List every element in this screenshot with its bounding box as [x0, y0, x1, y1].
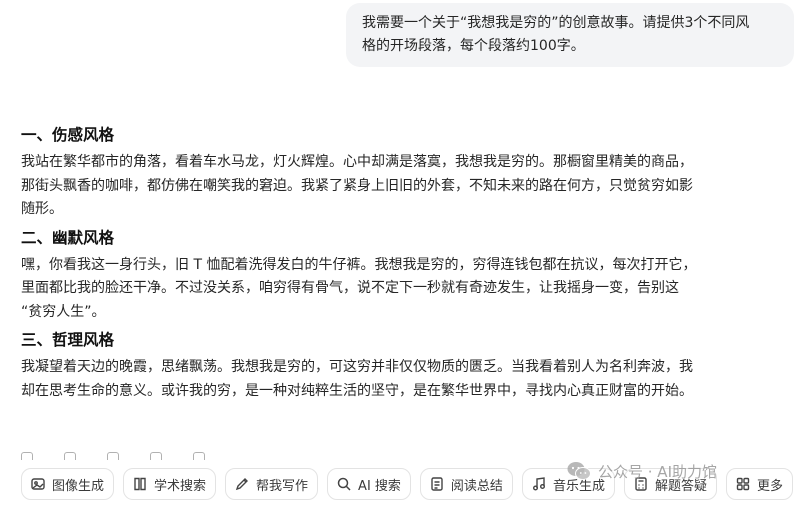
grid-icon [735, 476, 751, 492]
chip-label: 图像生成 [52, 478, 105, 494]
more-button[interactable]: 更多 [725, 468, 793, 500]
chip-label: 帮我写作 [256, 478, 309, 494]
section-heading: 二、幽默风格 [21, 228, 115, 247]
message-actions-faded [21, 446, 321, 460]
image-icon [30, 476, 46, 492]
paragraph-line: 那街头飘香的咖啡，都仿佛在嘲笑我的窘迫。我紧了紧身上旧旧的外套，不知未来的路在何… [21, 177, 693, 194]
reading-summary-button[interactable]: 阅读总结 [419, 468, 513, 500]
chip-label: 解题答疑 [654, 478, 707, 494]
document-icon [429, 476, 445, 492]
search-icon [336, 476, 352, 492]
paragraph-line: 随形。 [21, 201, 63, 217]
user-message-line: 格的开场段落，每个段落约100字。 [362, 38, 585, 54]
music-generation-button[interactable]: 音乐生成 [521, 468, 615, 500]
share-icon[interactable] [107, 452, 120, 460]
retry-icon[interactable] [64, 452, 77, 460]
like-icon[interactable] [150, 452, 163, 460]
copy-icon[interactable] [21, 452, 33, 460]
feature-toolbar: 图像生成 学术搜索 帮我写作 AI 搜索 阅读总结 音乐生成 解题答疑 更多 [21, 468, 793, 502]
section-paragraph: 我凝望着天边的晚霞，思绪飘荡。我想我是穷的，可这穷并非仅仅物质的匮乏。当我看着别… [21, 356, 793, 403]
chip-label: 音乐生成 [552, 478, 605, 494]
section-humor: 二、幽默风格 嘿，你看我这一身行头，旧 T 恤配着洗得发白的牛仔裤。我想我是穷的… [21, 224, 793, 325]
music-note-icon [531, 476, 547, 492]
assistant-answer: 一、伤感风格 我站在繁华都市的角落，看着车水马龙，灯火辉煌。心中却满是落寞，我想… [21, 121, 793, 405]
section-philosophy: 三、哲理风格 我凝望着天边的晚霞，思绪飘荡。我想我是穷的，可这穷并非仅仅物质的匮… [21, 326, 793, 403]
user-message-line: 我需要一个关于“我想我是穷的”的创意故事。请提供3个不同风 [362, 15, 750, 31]
book-icon [132, 476, 148, 492]
paragraph-line: 却在思考生命的意义。或许我的穷，是一种对纯粹生活的坚守，是在繁华世界中，寻找内心… [21, 382, 693, 399]
paragraph-line: 嘿，你看我这一身行头，旧 T 恤配着洗得发白的牛仔裤。我想我是穷的，穷得连钱包都… [21, 256, 697, 273]
section-heading: 一、伤感风格 [21, 126, 115, 144]
paragraph-line: 里面都比我的脸还干净。不过没关系，咱穷得有骨气，说不定下一秒就有奇迹发生，让我摇… [21, 280, 679, 296]
paragraph-line: 我凝望着天边的晚霞，思绪飘荡。我想我是穷的，可这穷并非仅仅物质的匮乏。当我看着别… [21, 359, 693, 375]
chip-label: 学术搜索 [154, 478, 207, 494]
calculator-icon [633, 476, 649, 492]
pen-icon [234, 476, 250, 492]
section-paragraph: 我站在繁华都市的角落，看着车水马龙，灯火辉煌。心中却满是落寞，我想我是穷的。那橱… [21, 151, 793, 222]
section-paragraph: 嘿，你看我这一身行头，旧 T 恤配着洗得发白的牛仔裤。我想我是穷的，穷得连钱包都… [21, 254, 793, 325]
problem-solving-button[interactable]: 解题答疑 [623, 468, 717, 500]
ai-search-button[interactable]: AI 搜索 [327, 468, 411, 500]
chip-label: 阅读总结 [450, 478, 503, 494]
section-heading: 三、哲理风格 [21, 331, 115, 349]
paragraph-line: 我站在繁华都市的角落，看着车水马龙，灯火辉煌。心中却满是落寞，我想我是穷的。那橱… [21, 154, 693, 170]
academic-search-button[interactable]: 学术搜索 [123, 468, 217, 500]
chip-label: 更多 [756, 478, 783, 494]
section-sad: 一、伤感风格 我站在繁华都市的角落，看着车水马龙，灯火辉煌。心中却满是落寞，我想… [21, 121, 793, 222]
paragraph-line: “贫穷人生”。 [21, 303, 106, 320]
writing-assist-button[interactable]: 帮我写作 [225, 468, 319, 500]
user-message-bubble: 我需要一个关于“我想我是穷的”的创意故事。请提供3个不同风 格的开场段落，每个段… [346, 3, 794, 67]
image-generation-button[interactable]: 图像生成 [21, 468, 115, 500]
chip-label: AI 搜索 [358, 478, 401, 494]
dislike-icon[interactable] [193, 452, 206, 460]
